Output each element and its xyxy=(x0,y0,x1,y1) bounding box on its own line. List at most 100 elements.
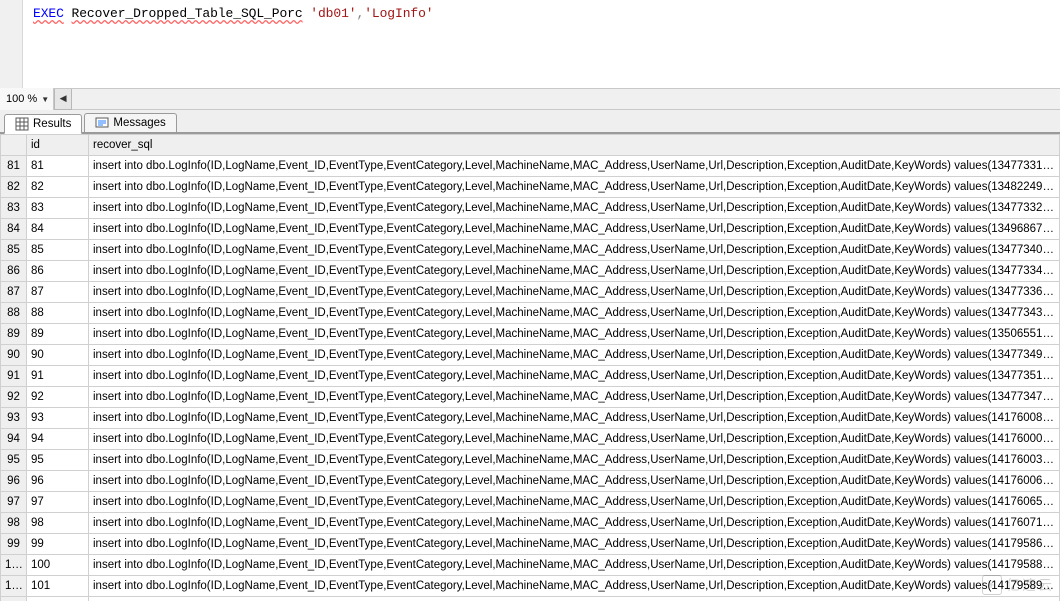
table-row[interactable]: 100100insert into dbo.LogInfo(ID,LogName… xyxy=(1,555,1060,576)
cell-recover-sql[interactable]: insert into dbo.LogInfo(ID,LogName,Event… xyxy=(89,555,1060,576)
table-row[interactable]: 9696insert into dbo.LogInfo(ID,LogName,E… xyxy=(1,471,1060,492)
row-number[interactable]: 88 xyxy=(1,303,27,324)
table-row[interactable]: 9999insert into dbo.LogInfo(ID,LogName,E… xyxy=(1,534,1060,555)
row-number[interactable]: 86 xyxy=(1,261,27,282)
cell-recover-sql[interactable]: insert into dbo.LogInfo(ID,LogName,Event… xyxy=(89,303,1060,324)
cell-recover-sql[interactable]: insert into dbo.LogInfo(ID,LogName,Event… xyxy=(89,198,1060,219)
sql-editor[interactable]: EXEC Recover_Dropped_Table_SQL_Porc 'db0… xyxy=(0,0,1060,89)
tab-messages[interactable]: Messages xyxy=(84,113,176,132)
table-row[interactable]: 9595insert into dbo.LogInfo(ID,LogName,E… xyxy=(1,450,1060,471)
cell-recover-sql[interactable]: insert into dbo.LogInfo(ID,LogName,Event… xyxy=(89,156,1060,177)
table-row[interactable]: 9494insert into dbo.LogInfo(ID,LogName,E… xyxy=(1,429,1060,450)
header-id[interactable]: id xyxy=(27,135,89,156)
cell-id[interactable]: 95 xyxy=(27,450,89,471)
cell-id[interactable]: 81 xyxy=(27,156,89,177)
cell-recover-sql[interactable]: insert into dbo.LogInfo(ID,LogName,Event… xyxy=(89,597,1060,601)
header-recover-sql[interactable]: recover_sql xyxy=(89,135,1060,156)
cell-id[interactable]: 98 xyxy=(27,513,89,534)
row-number[interactable]: 81 xyxy=(1,156,27,177)
row-number[interactable]: 91 xyxy=(1,366,27,387)
cell-id[interactable]: 92 xyxy=(27,387,89,408)
cell-recover-sql[interactable]: insert into dbo.LogInfo(ID,LogName,Event… xyxy=(89,177,1060,198)
cell-recover-sql[interactable]: insert into dbo.LogInfo(ID,LogName,Event… xyxy=(89,513,1060,534)
tab-results[interactable]: Results xyxy=(4,114,82,134)
row-number[interactable]: 83 xyxy=(1,198,27,219)
row-number[interactable]: 84 xyxy=(1,219,27,240)
cell-id[interactable]: 89 xyxy=(27,324,89,345)
table-row[interactable]: 9191insert into dbo.LogInfo(ID,LogName,E… xyxy=(1,366,1060,387)
cell-recover-sql[interactable]: insert into dbo.LogInfo(ID,LogName,Event… xyxy=(89,408,1060,429)
cell-id[interactable]: 83 xyxy=(27,198,89,219)
zoom-selector[interactable]: 100 % ▼ xyxy=(0,88,54,110)
row-number[interactable]: 96 xyxy=(1,471,27,492)
cell-id[interactable]: 99 xyxy=(27,534,89,555)
cell-recover-sql[interactable]: insert into dbo.LogInfo(ID,LogName,Event… xyxy=(89,450,1060,471)
table-row[interactable]: 8585insert into dbo.LogInfo(ID,LogName,E… xyxy=(1,240,1060,261)
cell-id[interactable]: 96 xyxy=(27,471,89,492)
table-row[interactable]: 8989insert into dbo.LogInfo(ID,LogName,E… xyxy=(1,324,1060,345)
table-row[interactable]: 9393insert into dbo.LogInfo(ID,LogName,E… xyxy=(1,408,1060,429)
table-row[interactable]: 101101insert into dbo.LogInfo(ID,LogName… xyxy=(1,576,1060,597)
cell-recover-sql[interactable]: insert into dbo.LogInfo(ID,LogName,Event… xyxy=(89,345,1060,366)
table-row[interactable]: 9090insert into dbo.LogInfo(ID,LogName,E… xyxy=(1,345,1060,366)
row-number[interactable]: 93 xyxy=(1,408,27,429)
cell-recover-sql[interactable]: insert into dbo.LogInfo(ID,LogName,Event… xyxy=(89,534,1060,555)
row-number[interactable]: 100 xyxy=(1,555,27,576)
row-number[interactable]: 85 xyxy=(1,240,27,261)
row-number[interactable]: 82 xyxy=(1,177,27,198)
row-number[interactable]: 97 xyxy=(1,492,27,513)
cell-id[interactable]: 94 xyxy=(27,429,89,450)
table-row[interactable]: 8787insert into dbo.LogInfo(ID,LogName,E… xyxy=(1,282,1060,303)
cell-recover-sql[interactable]: insert into dbo.LogInfo(ID,LogName,Event… xyxy=(89,429,1060,450)
cell-id[interactable]: 102 xyxy=(27,597,89,601)
table-row[interactable]: 8484insert into dbo.LogInfo(ID,LogName,E… xyxy=(1,219,1060,240)
breakpoint-gutter[interactable] xyxy=(0,0,23,88)
cell-id[interactable]: 97 xyxy=(27,492,89,513)
results-table[interactable]: id recover_sql 8181insert into dbo.LogIn… xyxy=(0,134,1060,601)
cell-recover-sql[interactable]: insert into dbo.LogInfo(ID,LogName,Event… xyxy=(89,261,1060,282)
cell-id[interactable]: 85 xyxy=(27,240,89,261)
table-row[interactable]: 102102insert into dbo.LogInfo(ID,LogName… xyxy=(1,597,1060,601)
cell-recover-sql[interactable]: insert into dbo.LogInfo(ID,LogName,Event… xyxy=(89,324,1060,345)
table-row[interactable]: 8282insert into dbo.LogInfo(ID,LogName,E… xyxy=(1,177,1060,198)
table-row[interactable]: 9898insert into dbo.LogInfo(ID,LogName,E… xyxy=(1,513,1060,534)
cell-id[interactable]: 91 xyxy=(27,366,89,387)
cell-id[interactable]: 88 xyxy=(27,303,89,324)
header-corner[interactable] xyxy=(1,135,27,156)
cell-id[interactable]: 101 xyxy=(27,576,89,597)
row-number[interactable]: 95 xyxy=(1,450,27,471)
row-number[interactable]: 90 xyxy=(1,345,27,366)
cell-recover-sql[interactable]: insert into dbo.LogInfo(ID,LogName,Event… xyxy=(89,471,1060,492)
cell-recover-sql[interactable]: insert into dbo.LogInfo(ID,LogName,Event… xyxy=(89,576,1060,597)
cell-id[interactable]: 87 xyxy=(27,282,89,303)
row-number[interactable]: 94 xyxy=(1,429,27,450)
row-number[interactable]: 101 xyxy=(1,576,27,597)
cell-recover-sql[interactable]: insert into dbo.LogInfo(ID,LogName,Event… xyxy=(89,282,1060,303)
scroll-left-button[interactable]: ◀ xyxy=(54,89,72,110)
cell-id[interactable]: 93 xyxy=(27,408,89,429)
row-number[interactable]: 102 xyxy=(1,597,27,601)
row-number[interactable]: 87 xyxy=(1,282,27,303)
row-number[interactable]: 89 xyxy=(1,324,27,345)
table-row[interactable]: 9797insert into dbo.LogInfo(ID,LogName,E… xyxy=(1,492,1060,513)
cell-id[interactable]: 90 xyxy=(27,345,89,366)
cell-id[interactable]: 82 xyxy=(27,177,89,198)
table-row[interactable]: 8181insert into dbo.LogInfo(ID,LogName,E… xyxy=(1,156,1060,177)
cell-recover-sql[interactable]: insert into dbo.LogInfo(ID,LogName,Event… xyxy=(89,240,1060,261)
row-number[interactable]: 98 xyxy=(1,513,27,534)
table-row[interactable]: 9292insert into dbo.LogInfo(ID,LogName,E… xyxy=(1,387,1060,408)
cell-recover-sql[interactable]: insert into dbo.LogInfo(ID,LogName,Event… xyxy=(89,366,1060,387)
cell-id[interactable]: 84 xyxy=(27,219,89,240)
cell-id[interactable]: 86 xyxy=(27,261,89,282)
table-row[interactable]: 8686insert into dbo.LogInfo(ID,LogName,E… xyxy=(1,261,1060,282)
cell-recover-sql[interactable]: insert into dbo.LogInfo(ID,LogName,Event… xyxy=(89,219,1060,240)
cell-id[interactable]: 100 xyxy=(27,555,89,576)
table-row[interactable]: 8888insert into dbo.LogInfo(ID,LogName,E… xyxy=(1,303,1060,324)
row-number[interactable]: 92 xyxy=(1,387,27,408)
table-row[interactable]: 8383insert into dbo.LogInfo(ID,LogName,E… xyxy=(1,198,1060,219)
cell-recover-sql[interactable]: insert into dbo.LogInfo(ID,LogName,Event… xyxy=(89,492,1060,513)
results-grid[interactable]: id recover_sql 8181insert into dbo.LogIn… xyxy=(0,134,1060,601)
cell-recover-sql[interactable]: insert into dbo.LogInfo(ID,LogName,Event… xyxy=(89,387,1060,408)
sql-text[interactable]: EXEC Recover_Dropped_Table_SQL_Porc 'db0… xyxy=(23,0,444,88)
row-number[interactable]: 99 xyxy=(1,534,27,555)
